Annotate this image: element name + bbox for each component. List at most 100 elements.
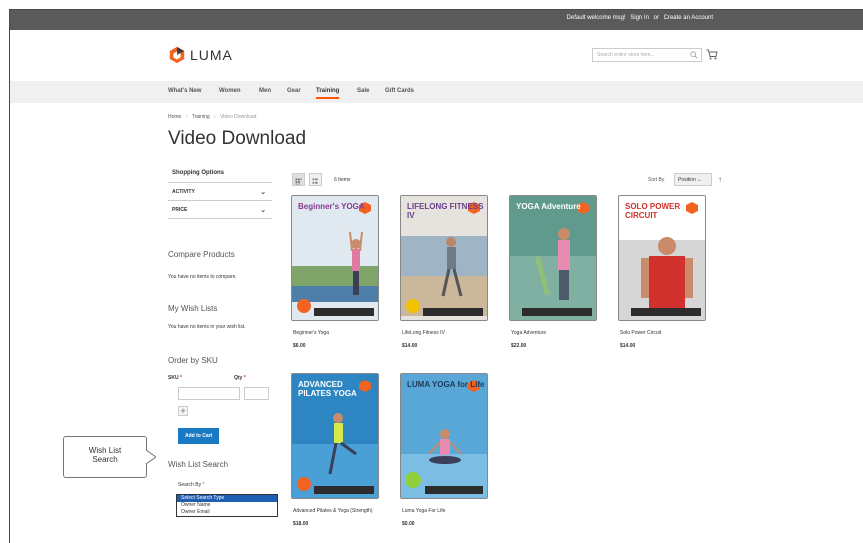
sidebar: Shopping Options ACTIVITY ⌄ PRICE ⌄ bbox=[168, 165, 272, 219]
product-image[interactable]: YOGA Adventure bbox=[509, 195, 597, 321]
page-title: Video Download bbox=[168, 128, 307, 149]
breadcrumb-current: Video Download bbox=[220, 114, 257, 120]
nav-item-whats-new[interactable]: What's New bbox=[168, 88, 201, 94]
callout-pointer bbox=[146, 450, 156, 464]
sort-by-label: Sort By bbox=[648, 177, 665, 183]
breadcrumb-separator: › bbox=[214, 114, 216, 120]
required-mark: * bbox=[179, 375, 182, 381]
grid-icon bbox=[295, 178, 302, 185]
add-row-button[interactable]: + bbox=[178, 406, 188, 416]
callout-line-2: Search bbox=[92, 455, 118, 464]
compare-products-title: Compare Products bbox=[168, 250, 235, 259]
nav-item-women[interactable]: Women bbox=[219, 88, 241, 94]
product-price: $14.00 bbox=[402, 343, 418, 349]
top-links: Default welcome msg! Sign In or Create a… bbox=[564, 15, 713, 21]
add-to-cart-button[interactable]: Add to Cart bbox=[178, 428, 220, 444]
products-toolbar: 6 Items Sort By Position ⌄ ↑ bbox=[292, 173, 732, 191]
cover-title: SOLO POWER CIRCUIT bbox=[625, 202, 681, 220]
cover-title: Beginner's YOGA bbox=[298, 202, 365, 211]
breadcrumb-training[interactable]: Training bbox=[192, 114, 210, 120]
product-price: $14.00 bbox=[620, 343, 636, 349]
sku-input[interactable] bbox=[178, 387, 240, 400]
breadcrumb-home[interactable]: Home bbox=[168, 114, 181, 120]
welcome-message: Default welcome msg! bbox=[566, 15, 626, 21]
wish-list-text: You have no items in your wish list. bbox=[168, 324, 246, 330]
cart-icon[interactable] bbox=[706, 49, 718, 60]
product-price: $22.00 bbox=[511, 343, 527, 349]
product-cover-art bbox=[292, 196, 378, 320]
product-image[interactable]: ADVANCED PILATES YOGA bbox=[291, 373, 379, 499]
nav-item-gear[interactable]: Gear bbox=[287, 88, 301, 94]
required-mark: * bbox=[202, 482, 205, 488]
product-name[interactable]: Yoga Adventure bbox=[511, 330, 546, 336]
compare-products-text: You have no items to compare. bbox=[168, 274, 237, 280]
filter-price[interactable]: PRICE ⌄ bbox=[168, 201, 272, 219]
chevron-down-icon: ⌄ bbox=[260, 207, 266, 214]
product-image[interactable]: Beginner's YOGA bbox=[291, 195, 379, 321]
search-by-option[interactable]: Owner Name bbox=[177, 502, 277, 509]
required-mark: * bbox=[243, 375, 246, 381]
wish-list-search-callout: Wish List Search bbox=[63, 436, 147, 478]
logo[interactable]: LUMA bbox=[168, 46, 233, 64]
cover-title: LIFELONG FITNESS IV bbox=[407, 202, 484, 220]
search-by-option[interactable]: Select Search Type bbox=[177, 495, 277, 502]
chevron-down-icon: ⌄ bbox=[260, 189, 266, 196]
sku-label: SKU * bbox=[168, 375, 182, 381]
breadcrumb: Home › Training › Video Download bbox=[168, 114, 256, 120]
wish-list-search-title: Wish List Search bbox=[168, 460, 229, 469]
search-placeholder: Search entire store here... bbox=[597, 52, 655, 58]
callout-line-1: Wish List bbox=[88, 446, 122, 455]
search-by-option[interactable]: Owner Email bbox=[177, 509, 277, 516]
product-image[interactable]: LIFELONG FITNESS IV bbox=[400, 195, 488, 321]
sign-in-link[interactable]: Sign In bbox=[630, 15, 649, 21]
grid-view-button[interactable] bbox=[292, 173, 305, 186]
product-name[interactable]: Luma Yoga For Life bbox=[402, 508, 445, 514]
search-by-label: Search By * bbox=[178, 482, 205, 488]
product-name[interactable]: LifeLong Fitness IV bbox=[402, 330, 445, 336]
nav-item-training[interactable]: Training bbox=[316, 88, 340, 99]
nav-item-gift-cards[interactable]: Gift Cards bbox=[385, 88, 414, 94]
cover-title: LUMA YOGA for Life bbox=[407, 380, 485, 389]
order-by-sku-title: Order by SKU bbox=[168, 356, 218, 365]
luma-logo-icon bbox=[169, 46, 185, 64]
cover-title: ADVANCED PILATES YOGA bbox=[298, 380, 357, 398]
product-cover-art bbox=[401, 374, 487, 498]
create-account-link[interactable]: Create an Account bbox=[664, 15, 713, 21]
search-by-select[interactable]: Select Search Type Owner Name Owner Emai… bbox=[176, 494, 278, 517]
nav-item-men[interactable]: Men bbox=[259, 88, 271, 94]
filter-label: ACTIVITY bbox=[172, 189, 195, 195]
product-name[interactable]: Advanced Pilates & Yoga (Strength) bbox=[293, 508, 373, 514]
product-image[interactable]: LUMA YOGA for Life bbox=[400, 373, 488, 499]
product-name[interactable]: Solo Power Circuit bbox=[620, 330, 661, 336]
product-name[interactable]: Beginner's Yoga bbox=[293, 330, 329, 336]
sort-by-value: Position bbox=[678, 177, 696, 183]
main-nav: What's New Women Men Gear Training Sale … bbox=[10, 81, 863, 103]
cover-title: YOGA Adventure bbox=[516, 202, 581, 211]
nav-item-sale[interactable]: Sale bbox=[357, 88, 369, 94]
chevron-down-icon: ⌄ bbox=[697, 177, 702, 183]
product-price: $18.00 bbox=[293, 521, 309, 527]
sidebar-blocks: Compare Products You have no items to co… bbox=[166, 245, 286, 543]
header: LUMA Search entire store here... bbox=[10, 30, 863, 88]
product-price: $0.00 bbox=[402, 521, 415, 527]
shopping-options-heading: Shopping Options bbox=[168, 165, 272, 183]
or-text: or bbox=[653, 15, 659, 21]
filter-activity[interactable]: ACTIVITY ⌄ bbox=[168, 183, 272, 201]
top-bar: Default welcome msg! Sign In or Create a… bbox=[10, 10, 863, 30]
logo-text: LUMA bbox=[190, 47, 233, 63]
list-view-button[interactable] bbox=[309, 173, 322, 186]
wish-list-title: My Wish Lists bbox=[168, 304, 218, 313]
product-cover-art bbox=[510, 196, 596, 320]
qty-label: Qty * bbox=[234, 375, 246, 381]
items-count: 6 Items bbox=[334, 177, 351, 183]
list-icon bbox=[312, 178, 318, 184]
search-input[interactable]: Search entire store here... bbox=[592, 48, 702, 62]
product-price: $6.00 bbox=[293, 343, 306, 349]
search-icon[interactable] bbox=[690, 51, 698, 59]
sort-by-select[interactable]: Position ⌄ bbox=[674, 173, 712, 186]
sort-direction-icon[interactable]: ↑ bbox=[718, 175, 722, 184]
breadcrumb-separator: › bbox=[185, 114, 188, 120]
filter-label: PRICE bbox=[172, 207, 188, 213]
product-image[interactable]: SOLO POWER CIRCUIT bbox=[618, 195, 706, 321]
qty-input[interactable] bbox=[244, 387, 269, 400]
